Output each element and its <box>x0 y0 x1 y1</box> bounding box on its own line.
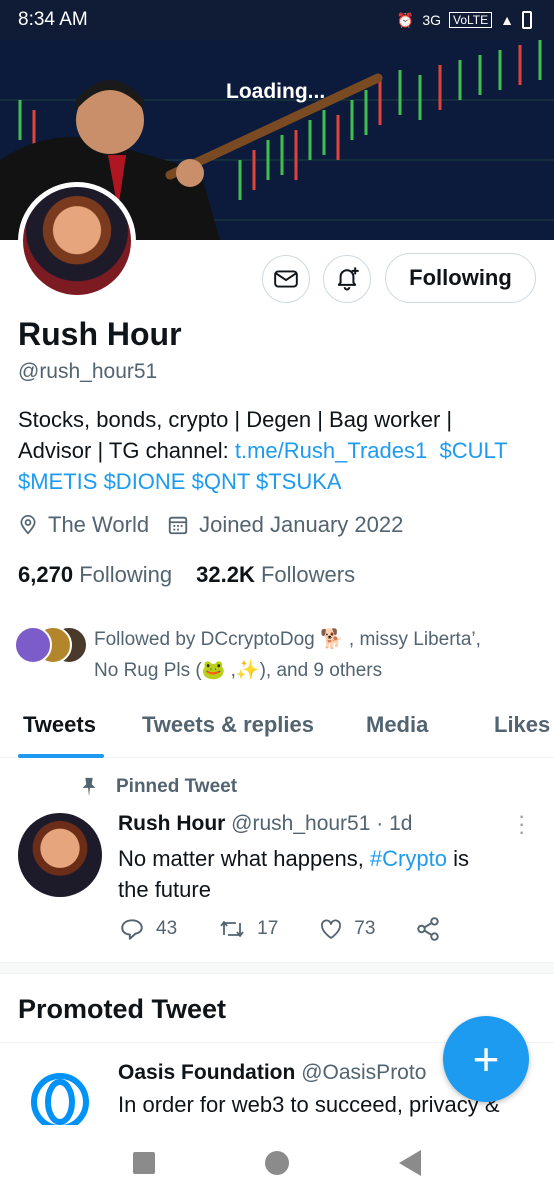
following-count-link[interactable]: 6,270 Following <box>18 562 172 588</box>
bio-line-1: Stocks, bonds, crypto | Degen | Bag work… <box>18 407 453 432</box>
profile-tabs: Tweets Tweets & replies Media Likes <box>0 700 554 758</box>
alarm-icon: ⏰ <box>396 11 415 28</box>
bio-line-2: Advisor | TG channel: t.me/Rush_Trades1 … <box>18 435 538 466</box>
pinned-label-text: Pinned Tweet <box>116 776 238 797</box>
tweet-text: No matter what happens, #Crypto is the f… <box>118 843 518 905</box>
promoted-text: In order for web3 to succeed, privacy & <box>118 1092 500 1117</box>
volte-badge: VoLTE <box>449 12 493 28</box>
tab-tweets[interactable]: Tweets <box>23 712 96 738</box>
signal-icon: ▲ <box>500 12 514 28</box>
tweet-text-line-1: No matter what happens, #Crypto is <box>118 843 518 874</box>
like-button[interactable]: 73 <box>318 917 375 941</box>
oasis-logo-icon[interactable] <box>30 1072 90 1132</box>
battery-icon <box>522 11 532 29</box>
retweet-count: 17 <box>257 918 279 939</box>
square-icon <box>133 1151 155 1174</box>
home-button[interactable] <box>265 1150 289 1175</box>
recents-button[interactable] <box>133 1151 155 1174</box>
bio-line-2-prefix: Advisor | TG channel: <box>18 438 235 463</box>
calendar-icon <box>168 516 188 535</box>
mutual-avatar <box>14 626 52 664</box>
following-button[interactable]: Following <box>385 253 536 303</box>
retweet-button[interactable]: 17 <box>217 917 278 941</box>
reply-button[interactable]: 43 <box>118 916 177 942</box>
reply-count: 43 <box>156 918 178 939</box>
followed-by-text: Followed by DCcryptoDog 🐕 , missy Libert… <box>94 624 534 686</box>
heart-icon <box>321 919 342 939</box>
message-button[interactable] <box>262 255 310 303</box>
profile-avatar[interactable] <box>18 182 136 300</box>
tweet-more-menu[interactable]: · · · <box>518 805 525 843</box>
followed-by-section[interactable]: Followed by DCcryptoDog 🐕 , missy Libert… <box>14 624 534 686</box>
bell-plus-icon <box>337 267 359 291</box>
followers-count-link[interactable]: 32.2K Followers <box>196 562 355 588</box>
profile-location: The World <box>18 512 149 538</box>
tweet-text-line-2: the future <box>118 877 211 902</box>
tab-media[interactable]: Media <box>366 712 428 738</box>
profile-counts: 6,270 Following 32.2K Followers <box>18 562 355 588</box>
promoted-author-handle: @OasisProto <box>301 1061 427 1084</box>
profile-bio: Stocks, bonds, crypto | Degen | Bag work… <box>18 404 538 497</box>
followers-count: 32.2K <box>196 562 255 587</box>
network-type: 3G <box>422 12 441 28</box>
profile-joined: Joined January 2022 <box>167 512 403 538</box>
promoted-author-name[interactable]: Oasis Foundation <box>118 1061 295 1084</box>
tweet-author-name[interactable]: Rush Hour <box>118 812 225 835</box>
tweet-text-prefix: No matter what happens, <box>118 846 370 871</box>
notifications-button[interactable] <box>323 255 371 303</box>
profile-location-text: The World <box>48 512 150 537</box>
profile-handle: @rush_hour51 <box>18 360 158 383</box>
pin-icon <box>82 777 96 797</box>
profile-avatar-image <box>23 187 131 295</box>
plus-icon: + <box>472 1033 500 1085</box>
section-divider <box>0 962 554 974</box>
triangle-back-icon <box>399 1149 421 1176</box>
like-count: 73 <box>354 918 376 939</box>
following-label: Following <box>79 562 173 587</box>
bio-telegram-link[interactable]: t.me/Rush_Trades1 <box>235 438 427 463</box>
status-icons: ⏰ 3G VoLTE ▲ <box>397 11 532 29</box>
followed-by-line-1: Followed by DCcryptoDog 🐕 , missy Libert… <box>94 629 481 650</box>
following-count: 6,270 <box>18 562 74 587</box>
share-button[interactable] <box>415 916 441 942</box>
profile-name: Rush Hour <box>18 316 182 352</box>
status-time: 8:34 AM <box>18 9 88 30</box>
circle-icon <box>265 1150 289 1175</box>
profile-meta: The World Joined January 2022 <box>18 512 403 538</box>
envelope-icon <box>274 270 298 288</box>
tweet-actions: 43 17 73 <box>118 916 481 942</box>
compose-tweet-button[interactable]: + <box>443 1016 529 1102</box>
tab-tweets-and-replies[interactable]: Tweets & replies <box>142 712 314 738</box>
promoted-header: Oasis Foundation @OasisProto <box>118 1061 426 1085</box>
share-icon <box>417 917 440 941</box>
system-navigation-bar <box>0 1125 554 1200</box>
followers-label: Followers <box>260 562 356 587</box>
back-button[interactable] <box>399 1149 421 1176</box>
tweet-header: Rush Hour @rush_hour51 · 1d <box>118 812 412 836</box>
reply-icon <box>121 919 143 940</box>
tab-likes[interactable]: Likes <box>494 712 550 738</box>
followed-by-line-2: No Rug Pls (🐸 ,✨), and 9 others <box>94 660 383 681</box>
pinned-label: Pinned Tweet <box>78 776 237 798</box>
bio-cashtag-cult[interactable]: $CULT <box>439 438 507 463</box>
profile-joined-text: Joined January 2022 <box>199 512 404 537</box>
location-pin-icon <box>20 515 36 535</box>
bio-cashtags[interactable]: $METIS $DIONE $QNT $TSUKA <box>18 466 538 497</box>
tweet-author-avatar[interactable] <box>18 813 102 897</box>
tweet-text-suffix: is <box>446 846 469 871</box>
tweet-hashtag[interactable]: #Crypto <box>370 846 447 871</box>
active-tab-indicator <box>18 754 104 758</box>
retweet-icon <box>220 921 244 937</box>
tweet-author-meta: @rush_hour51 · 1d <box>231 812 413 835</box>
banner-loading-text: Loading... <box>226 80 326 103</box>
followed-by-avatars <box>14 624 88 664</box>
status-bar: 8:34 AM ⏰ 3G VoLTE ▲ <box>0 0 554 40</box>
promoted-tweet-heading: Promoted Tweet <box>18 994 227 1024</box>
